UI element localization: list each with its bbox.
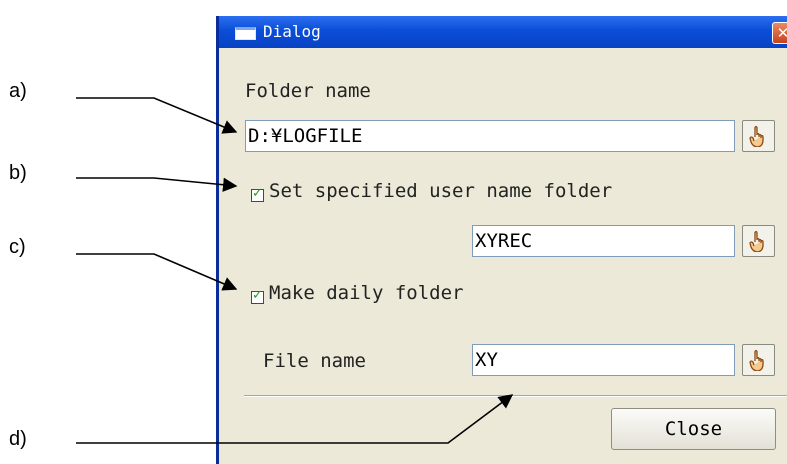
- user-name-browse-button[interactable]: [742, 225, 775, 257]
- folder-name-label: Folder name: [245, 80, 371, 102]
- title-bar[interactable]: Dialog ✕: [219, 16, 787, 48]
- user-name-field[interactable]: XYREC: [472, 225, 735, 257]
- divider: [244, 395, 787, 397]
- pointing-hand-icon: [749, 231, 764, 252]
- folder-browse-button[interactable]: [742, 120, 775, 152]
- callout-d: d): [9, 428, 27, 450]
- callout-b: b): [9, 162, 27, 184]
- arrow-b: [76, 177, 238, 192]
- callout-a: a): [9, 80, 27, 102]
- daily-folder-label: Make daily folder: [269, 282, 464, 304]
- file-name-browse-button[interactable]: [742, 344, 775, 376]
- folder-name-field[interactable]: D:¥LOGFILE: [245, 120, 735, 152]
- pointing-hand-icon: [749, 350, 764, 371]
- daily-folder-checkbox[interactable]: ✓: [251, 288, 264, 304]
- checkmark-icon: ✓: [252, 186, 263, 201]
- pointing-hand-icon: [749, 126, 764, 147]
- file-name-field[interactable]: XY: [472, 344, 735, 376]
- arrow-c: [76, 253, 238, 291]
- file-name-label: File name: [263, 350, 366, 372]
- dialog-window: Dialog ✕ Folder name D:¥LOGFILE ✓ Set sp…: [216, 16, 787, 464]
- close-x-icon[interactable]: ✕: [772, 22, 787, 44]
- checkmark-icon: ✓: [252, 288, 263, 303]
- close-button[interactable]: Close: [611, 408, 776, 450]
- window-title: Dialog: [263, 22, 321, 41]
- user-folder-checkbox[interactable]: ✓: [251, 186, 264, 202]
- user-folder-label: Set specified user name folder: [269, 180, 613, 202]
- window-icon: [235, 27, 256, 40]
- callout-c: c): [9, 236, 26, 258]
- arrow-a: [76, 97, 238, 134]
